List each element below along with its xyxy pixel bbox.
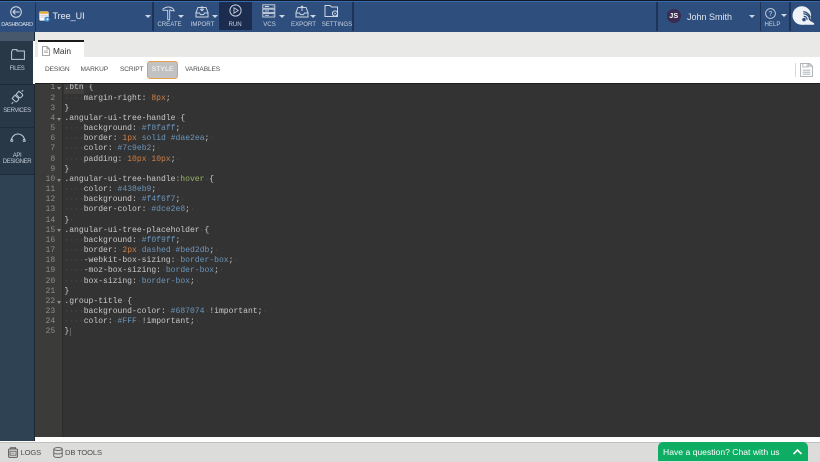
svg-text:?: ?	[768, 11, 772, 18]
